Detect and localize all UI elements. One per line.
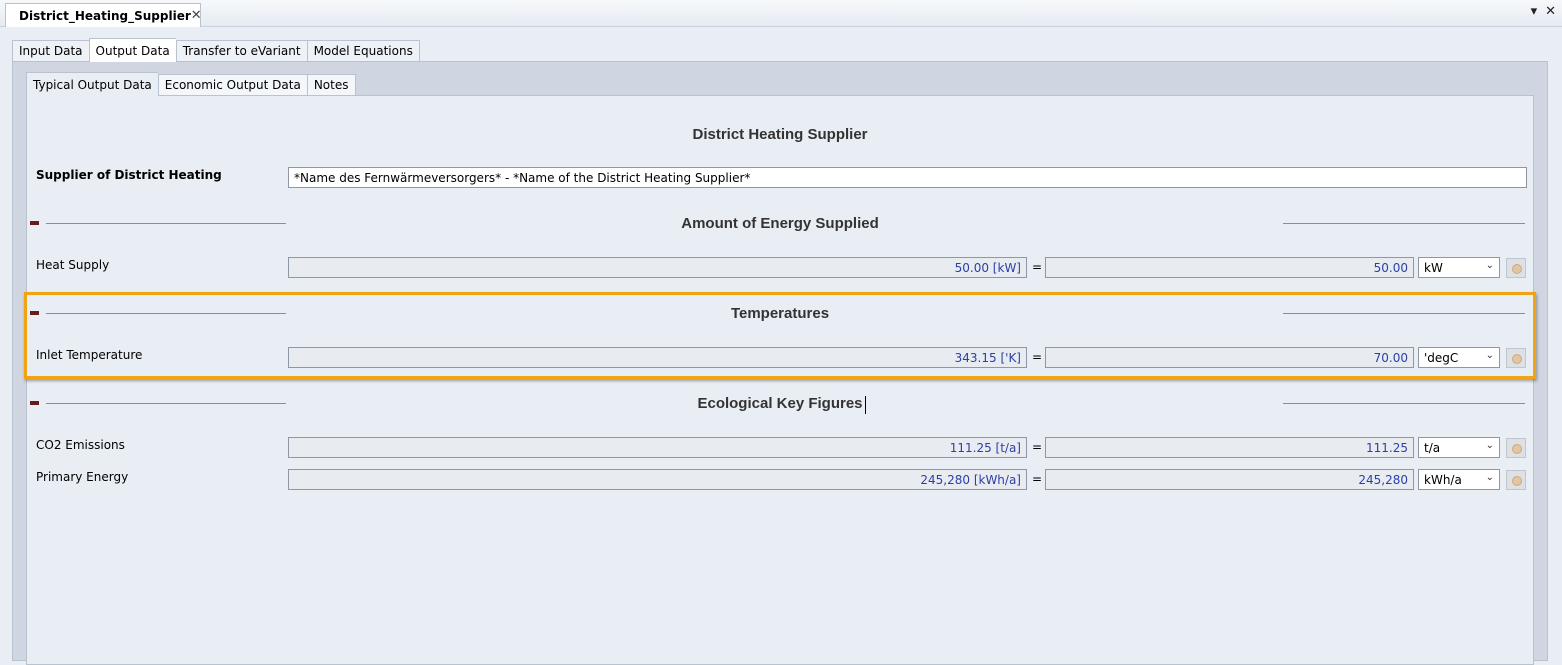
unit-settings-button[interactable] [1506, 470, 1526, 490]
unit-settings-button[interactable] [1506, 438, 1526, 458]
text-cursor [865, 396, 866, 414]
window-close-icon[interactable]: ✕ [1545, 4, 1556, 19]
section-ecological-key-figures: Ecological Key Figures [26, 393, 1534, 413]
tab-model-equations[interactable]: Model Equations [306, 40, 420, 62]
primary-energy-si-value: 245,280 [kWh/a] [288, 469, 1027, 490]
tab-notes[interactable]: Notes [306, 74, 356, 96]
supplier-name-input[interactable]: *Name des Fernwärmeversorgers* - *Name o… [288, 167, 1527, 188]
equals-sign: = [1032, 472, 1043, 486]
unit-value: kWh/a [1424, 473, 1462, 487]
supplier-label: Supplier of District Heating [36, 168, 222, 182]
primary-energy-display-value: 245,280 [1045, 469, 1414, 490]
page-title: District Heating Supplier [692, 126, 868, 143]
divider [1283, 403, 1525, 404]
heat-supply-display-value: 50.00 [1045, 257, 1414, 278]
document-title: District_Heating_Supplier [19, 8, 191, 23]
unit-value: kW [1424, 261, 1443, 275]
tab-typical-output-data[interactable]: Typical Output Data [26, 72, 158, 96]
divider [1283, 223, 1525, 224]
co2-emissions-label: CO2 Emissions [36, 438, 125, 452]
document-tab[interactable]: District_Heating_Supplier ✕ [5, 3, 202, 27]
heat-supply-label: Heat Supply [36, 258, 110, 272]
close-icon[interactable]: ✕ [191, 8, 202, 23]
primary-energy-unit-select[interactable]: kWh/a ⌄ [1418, 469, 1500, 490]
chevron-down-icon: ⌄ [1485, 472, 1494, 483]
chevron-down-icon: ⌄ [1485, 260, 1494, 271]
co2-emissions-unit-select[interactable]: t/a ⌄ [1418, 437, 1500, 458]
unit-settings-button[interactable] [1506, 258, 1526, 278]
main-tabs: Input Data Output Data Transfer to eVari… [12, 38, 420, 62]
window-controls: ▾ ✕ [1531, 4, 1556, 19]
section-amount-of-energy: Amount of Energy Supplied [26, 213, 1534, 233]
equals-sign: = [1032, 260, 1043, 274]
temperatures-highlight-frame [24, 292, 1536, 379]
tab-input-data[interactable]: Input Data [12, 40, 89, 62]
tab-output-data[interactable]: Output Data [88, 38, 176, 62]
equals-sign: = [1032, 440, 1043, 454]
sub-tabs: Typical Output Data Economic Output Data… [26, 72, 356, 96]
document-tabbar: District_Heating_Supplier ✕ ▾ ✕ [0, 0, 1562, 27]
heat-supply-si-value: 50.00 [kW] [288, 257, 1027, 278]
co2-emissions-si-value: 111.25 [t/a] [288, 437, 1027, 458]
primary-energy-label: Primary Energy [36, 470, 129, 484]
tab-transfer-to-evariant[interactable]: Transfer to eVariant [175, 40, 307, 62]
chevron-down-icon: ⌄ [1485, 440, 1494, 451]
co2-emissions-display-value: 111.25 [1045, 437, 1414, 458]
unit-value: t/a [1424, 441, 1441, 455]
dropdown-menu-icon[interactable]: ▾ [1531, 4, 1538, 19]
heat-supply-unit-select[interactable]: kW ⌄ [1418, 257, 1500, 278]
tab-economic-output-data[interactable]: Economic Output Data [157, 74, 307, 96]
